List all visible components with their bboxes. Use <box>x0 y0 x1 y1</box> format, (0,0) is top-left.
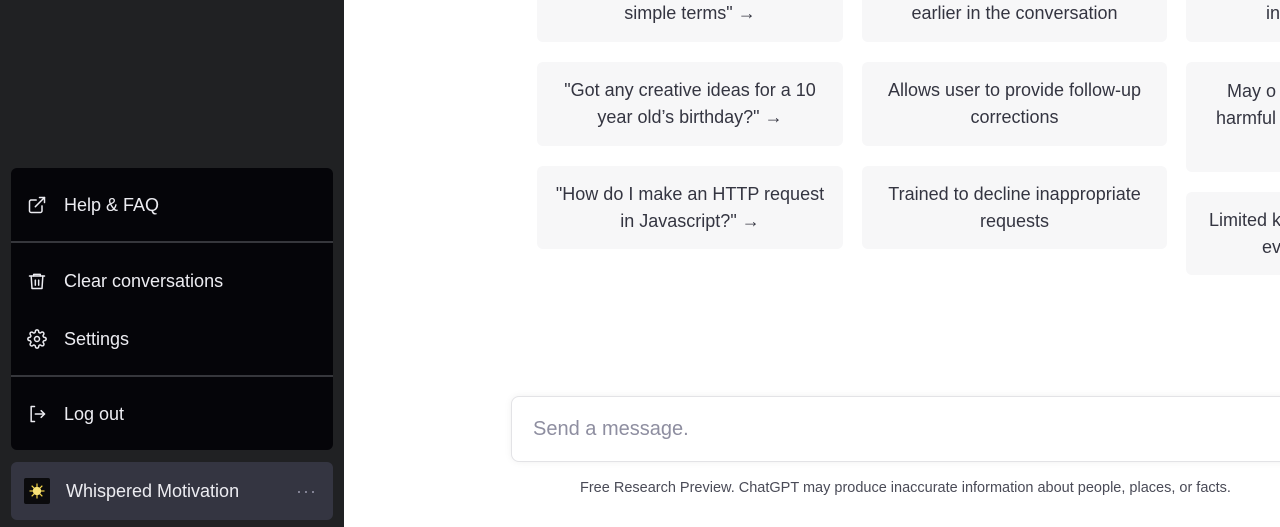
limitation-text: inco <box>1266 3 1280 23</box>
menu-item-label: Log out <box>64 403 125 424</box>
sun-icon <box>29 483 45 499</box>
menu-divider <box>11 375 333 377</box>
capability-card: Allows user to provide follow-up correct… <box>862 62 1167 146</box>
message-input-container <box>511 396 1280 462</box>
limitation-card: Limited k ev <box>1186 192 1280 275</box>
main-content: simple terms" → "Got any creative ideas … <box>344 0 1280 527</box>
message-input[interactable] <box>512 397 1280 461</box>
capability-card: earlier in the conversation <box>862 0 1167 42</box>
example-card[interactable]: "Got any creative ideas for a 10 year ol… <box>537 62 843 146</box>
avatar <box>24 478 50 504</box>
menu-item-label: Help & FAQ <box>64 194 160 215</box>
menu-item-clear-conversations[interactable]: Clear conversations <box>11 261 333 301</box>
menu-item-settings[interactable]: Settings <box>11 319 333 359</box>
example-text: simple terms" → <box>624 3 756 23</box>
menu-item-help-faq[interactable]: Help & FAQ <box>11 185 333 225</box>
menu-item-label: Settings <box>64 328 130 349</box>
trash-icon <box>26 270 48 292</box>
example-card[interactable]: "How do I make an HTTP request in Javasc… <box>537 166 843 249</box>
menu-item-label: Clear conversations <box>64 270 224 291</box>
log-out-icon <box>26 403 48 425</box>
example-text: "How do I make an HTTP request in Javasc… <box>555 183 825 231</box>
more-options-icon[interactable]: ··· <box>296 481 317 502</box>
example-text: "Got any creative ideas for a 10 year ol… <box>564 80 816 127</box>
capability-text: Trained to decline inappropriate request… <box>888 183 1141 231</box>
limitation-text: May o harmful <box>1216 81 1277 128</box>
sidebar: Help & FAQ Clear conversations Settings … <box>0 0 344 527</box>
footer-disclaimer: Free Research Preview. ChatGPT may produ… <box>580 480 1231 496</box>
menu-divider <box>11 241 333 243</box>
user-menu: Help & FAQ Clear conversations Settings … <box>11 168 333 450</box>
example-card[interactable]: simple terms" → <box>537 0 843 42</box>
menu-item-log-out[interactable]: Log out <box>11 394 333 434</box>
limitation-card: inco <box>1186 0 1280 42</box>
limitation-text: Limited k ev <box>1208 209 1280 257</box>
limitation-card: May o harmful <box>1186 62 1280 172</box>
capability-text: earlier in the conversation <box>911 3 1118 23</box>
user-account-button[interactable]: Whispered Motivation ··· <box>11 462 333 520</box>
external-link-icon <box>26 194 48 216</box>
user-name: Whispered Motivation <box>66 480 240 501</box>
capability-text: Allows user to provide follow-up correct… <box>887 80 1142 127</box>
gear-icon <box>26 328 48 350</box>
capability-card: Trained to decline inappropriate request… <box>862 166 1167 249</box>
